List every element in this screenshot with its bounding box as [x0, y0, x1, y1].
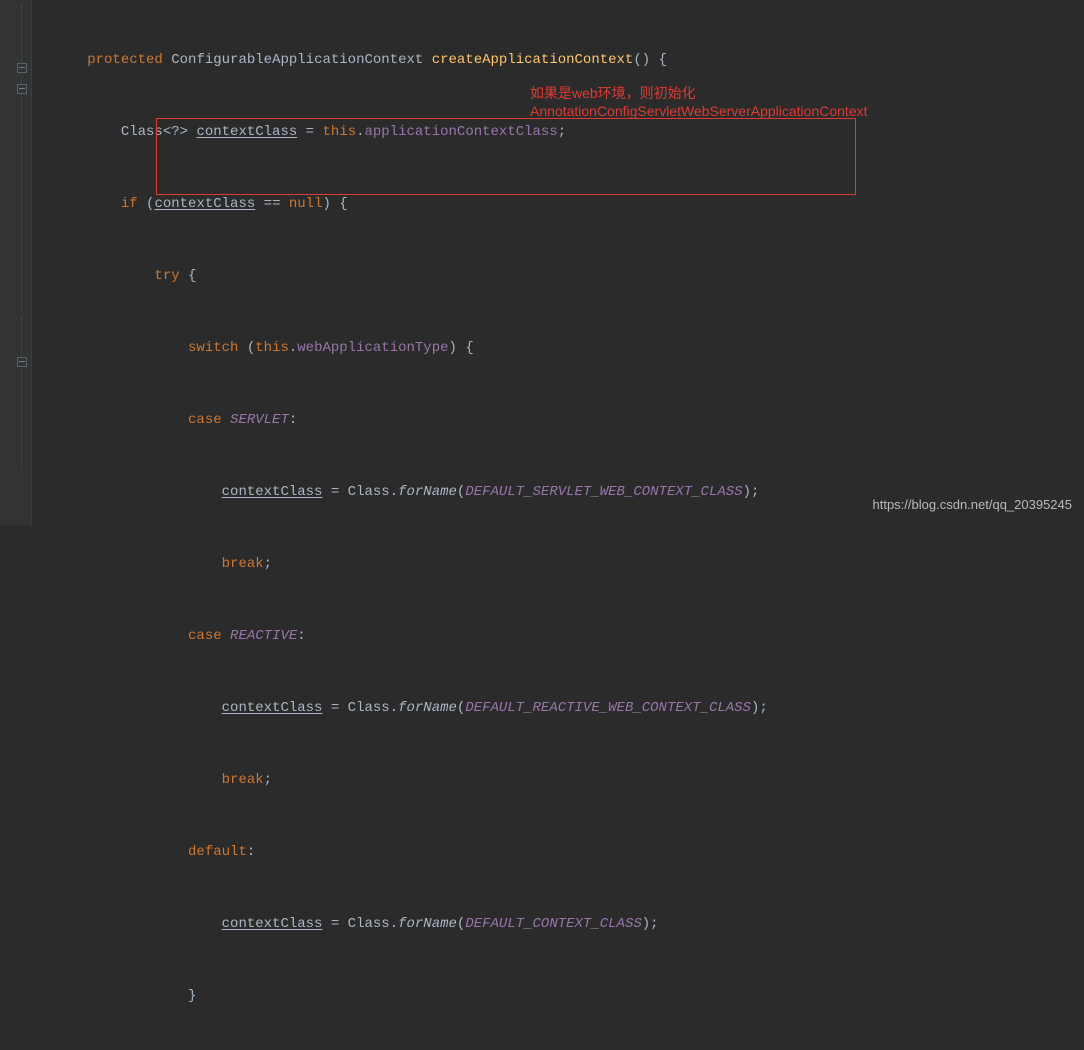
watermark: https://blog.csdn.net/qq_20395245 — [873, 493, 1073, 517]
fold-icon[interactable] — [17, 63, 27, 73]
code-editor[interactable]: protected ConfigurableApplicationContext… — [32, 0, 1084, 525]
code-line: } — [62, 984, 1084, 1008]
code-line: contextClass = Class.forName(DEFAULT_CON… — [62, 912, 1084, 936]
code-line: default: — [62, 840, 1084, 864]
code-line: try { — [62, 264, 1084, 288]
code-line: case SERVLET: — [62, 408, 1084, 432]
code-line: case REACTIVE: — [62, 624, 1084, 648]
code-line: switch (this.webApplicationType) { — [62, 336, 1084, 360]
code-line: contextClass = Class.forName(DEFAULT_REA… — [62, 696, 1084, 720]
code-line: protected ConfigurableApplicationContext… — [62, 48, 1084, 72]
code-line: break; — [62, 552, 1084, 576]
code-line: Class<?> contextClass = this.application… — [62, 120, 1084, 144]
editor-gutter — [0, 0, 32, 525]
fold-icon[interactable] — [17, 357, 27, 367]
code-line: if (contextClass == null) { — [62, 192, 1084, 216]
code-line: break; — [62, 768, 1084, 792]
fold-icon[interactable] — [17, 84, 27, 94]
